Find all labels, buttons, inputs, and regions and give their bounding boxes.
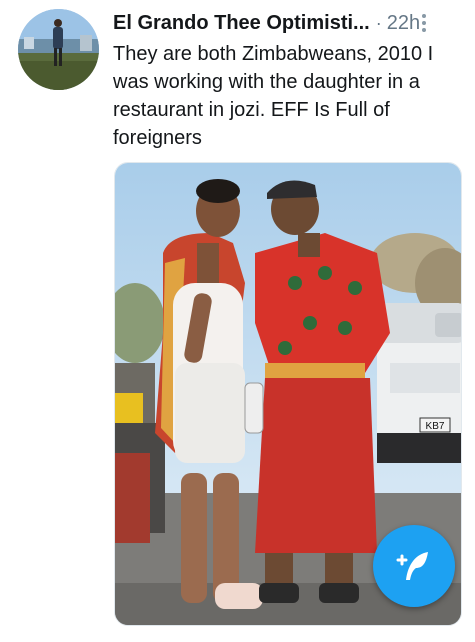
tweet-card[interactable]: El Grando Thee Optimisti... · 22h They a…	[0, 0, 475, 642]
avatar-photo	[18, 9, 99, 90]
more-vertical-icon[interactable]	[412, 8, 436, 38]
display-name[interactable]: El Grando Thee Optimisti...	[113, 12, 370, 35]
header-separator: ·	[375, 12, 382, 33]
avatar[interactable]	[18, 9, 99, 90]
compose-tweet-button[interactable]	[373, 525, 455, 607]
tweet-header: El Grando Thee Optimisti... · 22h	[113, 10, 453, 36]
compose-tweet-icon	[396, 552, 428, 580]
tweet-text: They are both Zimbabweans, 2010 I was wo…	[113, 43, 434, 149]
license-plate: KB7	[426, 421, 445, 432]
